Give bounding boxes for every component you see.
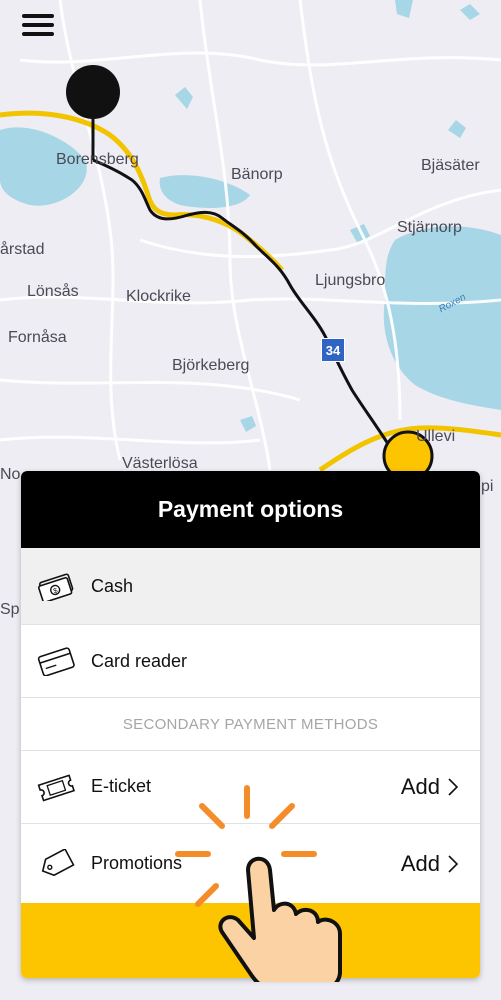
menu-bar	[22, 32, 54, 36]
place-label: Lönsås	[27, 283, 79, 300]
ticket-icon	[37, 772, 75, 802]
menu-bar	[22, 14, 54, 18]
menu-bar	[22, 23, 54, 27]
secondary-payment-methods-header: SECONDARY PAYMENT METHODS	[21, 698, 480, 751]
add-label: Add	[400, 850, 440, 876]
place-label: Klockrike	[126, 288, 191, 305]
place-label: Bänorp	[231, 166, 283, 183]
place-label: Björkeberg	[172, 357, 250, 374]
place-label: pi	[481, 478, 494, 495]
add-promotions-button[interactable]: Add	[401, 851, 458, 877]
place-label: Ljungsbro	[315, 272, 386, 289]
place-label: Sp	[0, 601, 20, 618]
chevron-right-icon	[448, 854, 458, 873]
card-reader-icon	[37, 646, 75, 676]
payment-method-card-reader[interactable]: Card reader	[21, 625, 480, 698]
add-e-ticket-button[interactable]: Add	[401, 774, 458, 800]
place-label: Ullevi	[416, 428, 456, 445]
payment-method-label: Cash	[91, 575, 134, 596]
place-label: Fornåsa	[8, 329, 67, 346]
add-label: Add	[400, 773, 440, 799]
tap-gesture-hand-icon	[175, 785, 342, 982]
road-number-shield: 34	[321, 338, 345, 362]
place-label: Borensberg	[56, 151, 139, 168]
payment-options-title: Payment options	[21, 471, 480, 548]
chevron-right-icon	[448, 777, 458, 796]
place-label: årstad	[0, 241, 45, 258]
cash-icon: $	[37, 571, 75, 601]
place-label: Stjärnorp	[397, 219, 462, 236]
secondary-method-label: E-ticket	[91, 776, 152, 796]
hamburger-menu-icon[interactable]	[20, 12, 60, 42]
tag-icon	[37, 848, 75, 879]
payment-method-cash[interactable]: $ Cash	[21, 548, 480, 625]
payment-method-label: Card reader	[91, 650, 188, 671]
place-label: Bjäsäter	[421, 157, 480, 174]
secondary-method-label: Promotions	[91, 853, 183, 873]
place-label: No	[0, 466, 21, 483]
